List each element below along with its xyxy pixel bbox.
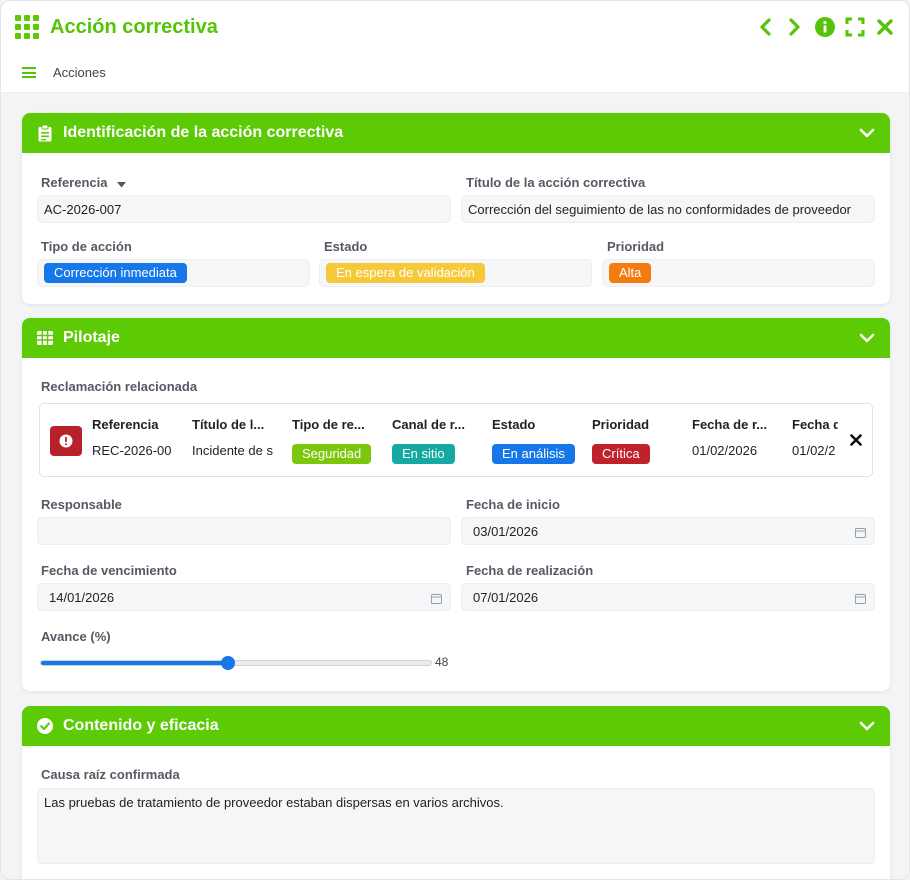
action-type-pill: Corrección inmediata bbox=[44, 263, 187, 283]
claim-date: 01/02/2026 bbox=[692, 443, 758, 458]
due-date-field[interactable]: 14/01/2026 bbox=[37, 583, 451, 611]
panel-title: Identificación de la acción correctiva bbox=[63, 124, 344, 141]
alert-icon bbox=[50, 426, 82, 456]
reference-label-text: Referencia bbox=[41, 175, 108, 190]
claim-col-date: Fecha de r... 01/02/2026 bbox=[692, 404, 782, 476]
chevron-down-icon[interactable] bbox=[858, 329, 876, 347]
claim-date-2: 01/02/2 bbox=[792, 443, 836, 458]
claim-col-channel: Canal de r... En sitio bbox=[392, 404, 482, 476]
reference-label: Referencia bbox=[41, 175, 127, 191]
panel-title: Pilotaje bbox=[63, 329, 120, 346]
remove-icon[interactable] bbox=[850, 433, 862, 446]
panel-title: Contenido y eficacia bbox=[63, 717, 219, 734]
progress-slider-thumb[interactable] bbox=[221, 656, 236, 670]
completion-date-label: Fecha de realización bbox=[466, 563, 594, 578]
calendar-icon[interactable] bbox=[855, 592, 866, 604]
calendar-icon[interactable] bbox=[431, 592, 442, 604]
claim-col-reference: Referencia REC-2026-00 bbox=[92, 404, 184, 476]
calendar-icon[interactable] bbox=[855, 526, 866, 538]
progress-label: Avance (%) bbox=[41, 629, 111, 644]
chevron-down-icon[interactable] bbox=[858, 717, 876, 735]
priority-label: Prioridad bbox=[607, 239, 665, 254]
progress-slider-fill bbox=[41, 661, 229, 665]
related-claim-label: Reclamación relacionada bbox=[41, 379, 198, 394]
claim-col-date-2: Fecha d 01/02/2 bbox=[792, 404, 838, 476]
claim-status-value: En análisis bbox=[492, 444, 575, 464]
priority-field[interactable]: Alta bbox=[602, 259, 875, 287]
content-panel: Contenido y eficacia Causa raíz confirma… bbox=[22, 706, 890, 879]
claim-col-header: Fecha d bbox=[792, 417, 838, 432]
related-claim-card[interactable]: Referencia REC-2026-00 Título de l... In… bbox=[39, 403, 873, 477]
claim-channel-value: En sitio bbox=[392, 444, 455, 464]
claim-reference: REC-2026-00 bbox=[92, 443, 172, 458]
check-circle-icon bbox=[36, 717, 54, 735]
fullscreen-icon[interactable] bbox=[845, 17, 865, 37]
title-bar: Acción correctiva bbox=[1, 1, 909, 53]
identification-panel-header[interactable]: Identificación de la acción correctiva bbox=[22, 113, 890, 153]
corrective-action-window: Acción correctiva Acciones Identificació… bbox=[0, 0, 910, 880]
claim-col-header: Fecha de r... bbox=[692, 417, 768, 432]
reference-field[interactable]: AC-2026-007 bbox=[37, 195, 451, 223]
claim-col-header: Referencia bbox=[92, 417, 159, 432]
chevron-left-icon[interactable] bbox=[755, 17, 775, 37]
identification-panel: Identificación de la acción correctiva R… bbox=[22, 113, 890, 304]
close-icon[interactable] bbox=[875, 17, 895, 37]
claim-type-pill: Seguridad bbox=[292, 444, 372, 464]
menu-icon[interactable] bbox=[22, 67, 36, 78]
completion-date-value: 07/01/2026 bbox=[473, 589, 539, 605]
root-cause-textarea[interactable]: Las pruebas de tratamiento de proveedor … bbox=[37, 788, 875, 864]
progress-value: 48 bbox=[435, 655, 449, 669]
clipboard-icon bbox=[36, 124, 54, 142]
pilotage-panel: Pilotaje Reclamación relacionada Referen… bbox=[22, 318, 890, 691]
start-date-label: Fecha de inicio bbox=[466, 497, 560, 512]
status-label: Estado bbox=[324, 239, 368, 254]
pilotage-panel-header[interactable]: Pilotaje bbox=[22, 318, 890, 358]
window-title: Acción correctiva bbox=[50, 15, 218, 38]
due-date-value: 14/01/2026 bbox=[49, 589, 115, 605]
actions-menu[interactable]: Acciones bbox=[53, 65, 106, 80]
claim-title: Incidente de s bbox=[192, 443, 273, 458]
claim-status-pill: En análisis bbox=[492, 444, 575, 464]
action-type-label: Tipo de acción bbox=[41, 239, 132, 254]
status-field[interactable]: En espera de validación bbox=[319, 259, 592, 287]
claim-col-priority: Prioridad Crítica bbox=[592, 404, 682, 476]
claim-priority-value: Crítica bbox=[592, 444, 650, 464]
responsible-field[interactable] bbox=[37, 517, 451, 545]
claim-col-header: Título de l... bbox=[192, 417, 265, 432]
completion-date-field[interactable]: 07/01/2026 bbox=[461, 583, 875, 611]
chevron-right-icon[interactable] bbox=[785, 17, 805, 37]
claim-priority-pill: Crítica bbox=[592, 444, 650, 464]
claim-col-header: Estado bbox=[492, 417, 536, 432]
priority-pill: Alta bbox=[609, 263, 652, 283]
action-title-label: Título de la acción correctiva bbox=[466, 175, 646, 190]
window-actions bbox=[755, 17, 895, 37]
apps-grid-icon[interactable] bbox=[15, 15, 39, 39]
claim-col-header: Tipo de re... bbox=[292, 417, 365, 432]
due-date-label: Fecha de vencimiento bbox=[41, 563, 177, 578]
action-title-value: Corrección del seguimiento de las no con… bbox=[468, 201, 851, 217]
root-cause-label: Causa raíz confirmada bbox=[41, 767, 180, 782]
claim-col-header: Canal de r... bbox=[392, 417, 465, 432]
action-title-field[interactable]: Corrección del seguimiento de las no con… bbox=[461, 195, 875, 223]
reference-value: AC-2026-007 bbox=[44, 201, 122, 217]
chevron-down-icon[interactable] bbox=[858, 124, 876, 142]
root-cause-value: Las pruebas de tratamiento de proveedor … bbox=[44, 795, 504, 810]
progress-slider[interactable] bbox=[40, 656, 432, 670]
claim-col-status: Estado En análisis bbox=[492, 404, 584, 476]
info-icon[interactable] bbox=[815, 17, 835, 37]
start-date-field[interactable]: 03/01/2026 bbox=[461, 517, 875, 545]
claim-col-header: Prioridad bbox=[592, 417, 650, 432]
toolbar: Acciones bbox=[1, 53, 909, 93]
status-pill: En espera de validación bbox=[326, 263, 485, 283]
claim-type-value: Seguridad bbox=[292, 444, 372, 464]
responsible-label: Responsable bbox=[41, 497, 122, 512]
action-type-field[interactable]: Corrección inmediata bbox=[37, 259, 310, 287]
content-panel-header[interactable]: Contenido y eficacia bbox=[22, 706, 890, 746]
claim-col-title: Título de l... Incidente de s bbox=[192, 404, 278, 476]
claim-col-type: Tipo de re... Seguridad bbox=[292, 404, 382, 476]
caret-down-icon[interactable] bbox=[117, 176, 127, 191]
table-icon bbox=[36, 329, 54, 347]
start-date-value: 03/01/2026 bbox=[473, 523, 539, 539]
claim-channel-pill: En sitio bbox=[392, 444, 455, 464]
